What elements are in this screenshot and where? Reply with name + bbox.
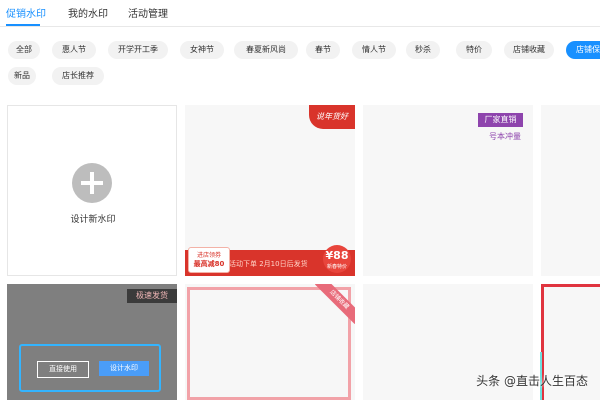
factory-subtitle: 号本冲量 (489, 132, 521, 141)
tab-activity-manage[interactable]: 活动管理 (128, 5, 168, 20)
coupon-badge: 进店领券 最高减80 (188, 247, 230, 273)
red-frame-top (541, 284, 600, 287)
chip-goddess[interactable]: 女神节 (180, 41, 224, 59)
coupon-bottom-text: 最高减80 (193, 260, 225, 268)
chip-spring-festival[interactable]: 春节 (306, 41, 340, 59)
chip-special-price[interactable]: 特价 (456, 41, 492, 59)
price-value: ¥88 (325, 249, 349, 262)
chip-valentine[interactable]: 情人节 (352, 41, 396, 59)
chip-new[interactable]: 新品 (8, 67, 36, 85)
watermark-template-card[interactable] (541, 105, 600, 276)
watermark-template-card[interactable]: 店铺收藏 (185, 284, 355, 400)
chip-store-favorite[interactable]: 店铺收藏 (504, 41, 554, 59)
price-badge: ¥88 新春特价 (323, 245, 351, 273)
design-watermark-button[interactable]: 设计水印 (99, 361, 149, 376)
chip-store-guarantee[interactable]: 店铺保 (566, 41, 600, 59)
chip-all[interactable]: 全部 (8, 41, 40, 59)
chip-school-season[interactable]: 开学开工季 (108, 41, 168, 59)
design-new-watermark-card[interactable]: 设计新水印 (7, 105, 177, 276)
tab-promo-watermark[interactable]: 促销水印 (6, 5, 46, 20)
banner-text: 活动下单 2月10日后发货 (229, 260, 308, 268)
plus-icon[interactable] (72, 163, 112, 203)
use-directly-button[interactable]: 直接使用 (37, 361, 89, 378)
coupon-top-text: 进店领券 (196, 252, 221, 259)
chip-spring-fashion[interactable]: 春夏新风尚 (234, 41, 298, 59)
source-watermark: 头条 @直击人生百态 (476, 374, 588, 388)
pink-frame (187, 287, 351, 400)
chip-manager-pick[interactable]: 店长推荐 (52, 67, 104, 85)
price-subtext: 新春特价 (326, 264, 347, 270)
watermark-template-card-hover[interactable]: 极速发货 直接使用 设计水印 (7, 284, 177, 400)
chip-huiren[interactable]: 惠人节 (52, 41, 96, 59)
hover-action-panel: 直接使用 设计水印 (19, 344, 161, 392)
factory-direct-badge: 厂家直销 (478, 113, 523, 127)
chip-flash-sale[interactable]: 秒杀 (406, 41, 440, 59)
watermark-template-card[interactable]: 厂家直销 号本冲量 (363, 105, 533, 276)
fast-delivery-ribbon: 极速发货 (127, 289, 177, 303)
tab-my-watermark[interactable]: 我的水印 (68, 5, 108, 20)
tab-bar: 促销水印 我的水印 活动管理 (0, 0, 600, 27)
active-tab-indicator (6, 24, 40, 26)
watermark-template-card[interactable]: 说年货好 活动下单 2月10日后发货 进店领券 最高减80 ¥88 新春特价 (185, 105, 355, 276)
design-new-watermark-label: 设计新水印 (70, 215, 116, 225)
new-year-corner-badge: 说年货好 (309, 105, 355, 129)
